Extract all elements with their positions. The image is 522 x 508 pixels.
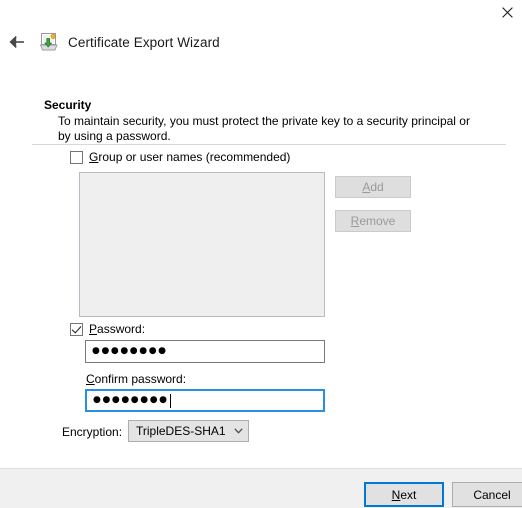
group-names-accel: G xyxy=(89,150,99,164)
certificate-export-icon xyxy=(39,32,59,52)
chevron-down-icon xyxy=(228,428,248,434)
remove-button[interactable]: Remove xyxy=(335,210,411,232)
page-description: To maintain security, you must protect t… xyxy=(58,114,470,143)
group-names-label-rest: roup or user names (recommended) xyxy=(98,150,291,164)
page-title: Security xyxy=(44,98,92,112)
close-icon xyxy=(501,6,513,18)
header-divider xyxy=(32,144,506,145)
wizard-body: Security To maintain security, you must … xyxy=(0,60,522,468)
add-label-rest: dd xyxy=(370,180,384,194)
remove-label-rest: emove xyxy=(359,214,396,228)
back-arrow-icon xyxy=(9,36,24,48)
password-input[interactable]: ●●●●●●●● xyxy=(85,340,325,363)
password-label: Password: xyxy=(89,322,145,336)
text-caret xyxy=(169,393,171,408)
password-label-rest: assword: xyxy=(97,322,146,336)
group-names-label: Group or user names (recommended) xyxy=(89,150,290,164)
back-button[interactable] xyxy=(2,27,32,57)
password-checkbox[interactable] xyxy=(70,322,83,336)
group-names-checkbox-row[interactable]: Group or user names (recommended) xyxy=(70,150,290,164)
add-button[interactable]: Add xyxy=(335,176,411,198)
encryption-dropdown[interactable]: TripleDES-SHA1 xyxy=(128,420,249,442)
password-checkbox-row[interactable]: Password: xyxy=(70,322,145,336)
remove-accel: R xyxy=(350,214,360,228)
confirm-password-accel: C xyxy=(86,372,95,386)
wizard-header: Certificate Export Wizard xyxy=(0,24,522,60)
next-button[interactable]: Next xyxy=(364,482,444,507)
window-title: Certificate Export Wizard xyxy=(68,34,220,50)
close-button[interactable] xyxy=(492,0,522,24)
confirm-password-label-rest: onfirm password: xyxy=(94,372,187,386)
cancel-button[interactable]: Cancel xyxy=(452,482,522,507)
next-label-rest: ext xyxy=(400,487,417,502)
add-accel: A xyxy=(362,180,371,194)
confirm-password-input[interactable]: ●●●●●●●● xyxy=(85,389,325,412)
title-bar xyxy=(0,0,522,24)
encryption-label: Encryption: xyxy=(62,425,123,439)
next-accel: N xyxy=(391,487,401,502)
password-accel: P xyxy=(89,322,98,336)
group-names-listbox[interactable] xyxy=(79,172,325,317)
password-value: ●●●●●●●● xyxy=(92,346,168,356)
group-names-checkbox[interactable] xyxy=(70,150,83,164)
encryption-selected-value: TripleDES-SHA1 xyxy=(136,424,226,438)
confirm-password-label: Confirm password: xyxy=(86,372,186,386)
confirm-password-value: ●●●●●●●● xyxy=(93,395,169,405)
